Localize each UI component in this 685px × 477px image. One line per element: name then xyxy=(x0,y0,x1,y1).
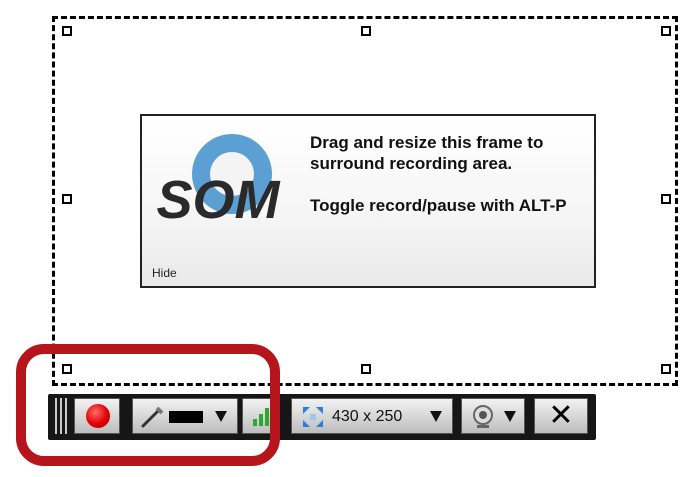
instructions-text: Drag and resize this frame to surround r… xyxy=(310,132,590,237)
resize-handle-bottom-center[interactable] xyxy=(361,364,371,374)
instructions-resize: Drag and resize this frame to surround r… xyxy=(310,133,544,173)
frame-size-dropdown[interactable]: 430 x 250 xyxy=(291,398,453,434)
resize-handle-top-right[interactable] xyxy=(661,26,671,36)
close-icon: ✕ xyxy=(548,398,574,433)
annotation-highlight xyxy=(16,344,280,466)
logo-text: SOM xyxy=(156,170,280,230)
instructions-panel: SOM Drag and resize this frame to surrou… xyxy=(140,114,596,288)
som-logo: SOM xyxy=(156,134,281,230)
close-button[interactable]: ✕ xyxy=(534,398,588,434)
resize-handle-middle-right[interactable] xyxy=(661,194,671,204)
resize-handle-middle-left[interactable] xyxy=(62,194,72,204)
hide-link[interactable]: Hide xyxy=(152,266,177,280)
instructions-shortcut: Toggle record/pause with ALT-P xyxy=(310,196,567,215)
webcam-icon xyxy=(473,405,493,428)
frame-size-label: 430 x 250 xyxy=(332,408,403,425)
resize-icon xyxy=(303,407,323,427)
webcam-button[interactable] xyxy=(461,398,525,434)
resize-handle-bottom-right[interactable] xyxy=(661,364,671,374)
resize-handle-top-left[interactable] xyxy=(62,26,72,36)
resize-handle-top-center[interactable] xyxy=(361,26,371,36)
chevron-down-icon xyxy=(504,411,516,422)
chevron-down-icon xyxy=(430,411,442,422)
